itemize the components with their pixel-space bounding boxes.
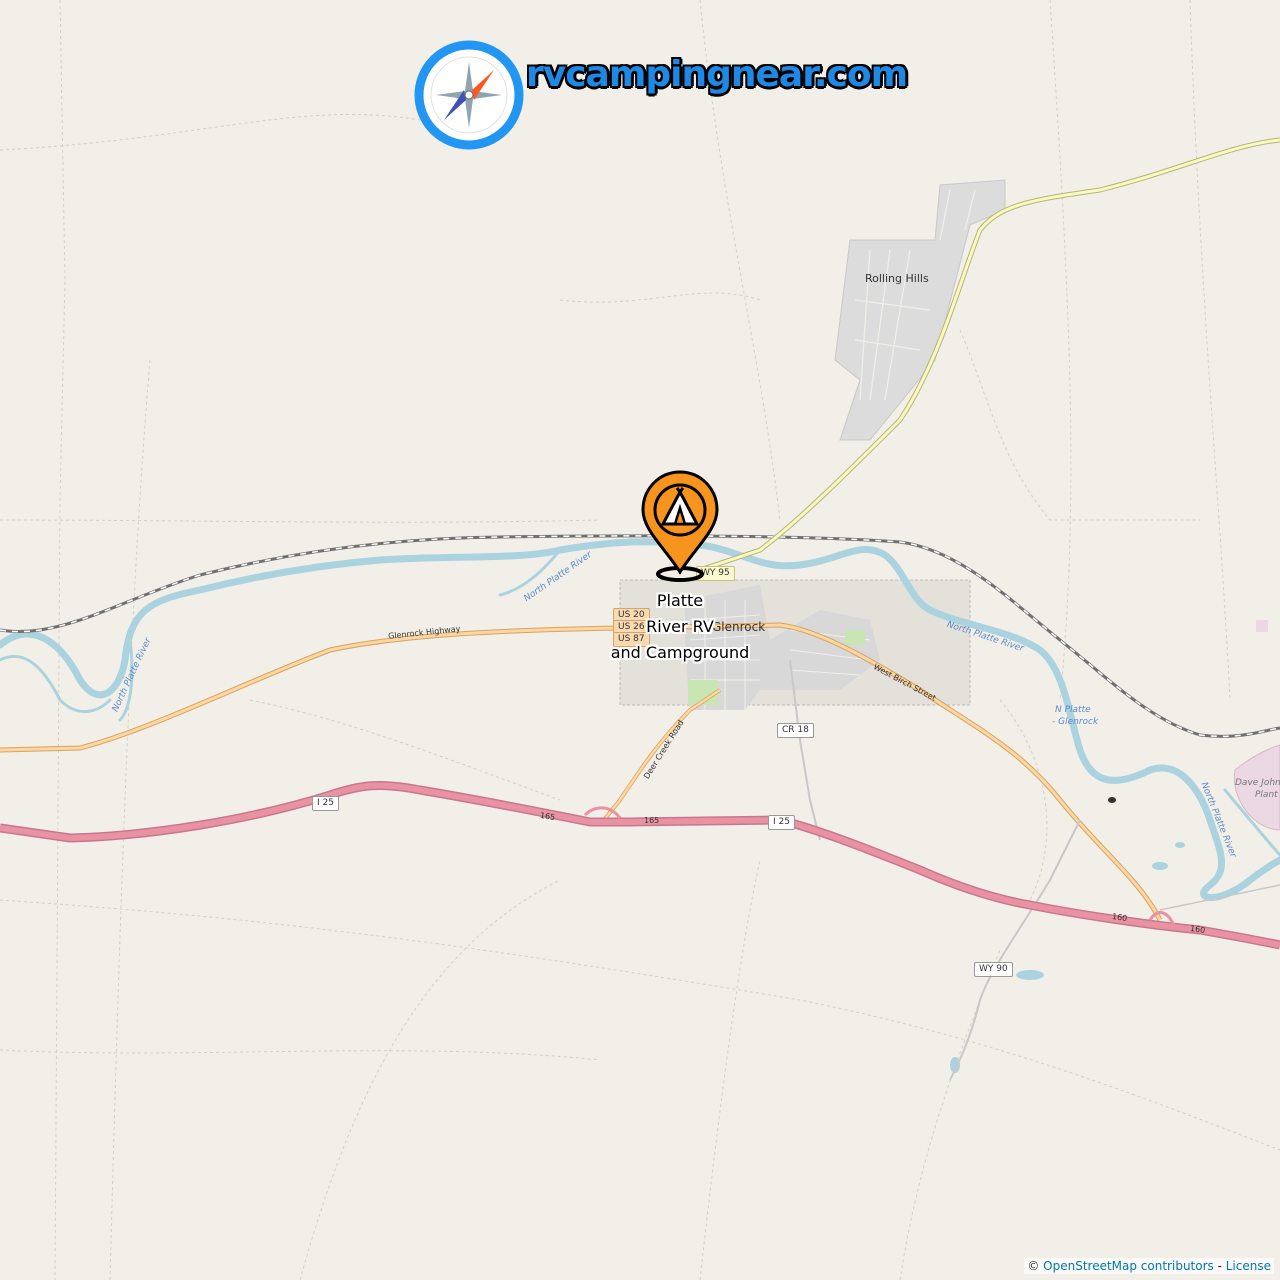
copyright-symbol: © [1027,1259,1040,1273]
shield-i25-east: I 25 [768,815,795,830]
campground-name-line-3: and Campground [610,643,750,662]
license-link[interactable]: License [1226,1259,1271,1273]
map-attribution: © OpenStreetMap contributors - License [1024,1258,1274,1274]
exit-label-160b: 160 [1189,923,1206,936]
park-area-2 [845,630,865,645]
campground-name-label[interactable]: Platte River RV and Campground [600,588,760,666]
exit-label-160a: 160 [1111,911,1128,924]
attribution-separator: - [1213,1259,1226,1273]
map-canvas[interactable]: Rolling Hills Glenrock Dave Johnston Pla… [0,0,1280,1280]
plant-area-2 [1256,620,1268,632]
campground-name-line-2: River RV [646,617,714,636]
place-label-dave-johnston: Dave Johnston [1235,778,1280,788]
brand-text: rvcampingnear.com [526,54,908,95]
river-label-n-platte-glenrock: - Glenrock [1052,717,1099,727]
brand-logo[interactable]: rvcampingnear.com [414,40,908,152]
compass-icon [414,40,524,150]
campground-marker[interactable] [635,468,725,588]
exit-label-165b: 165 [644,816,660,825]
campground-name-line-1: Platte [656,591,704,610]
osm-contributors-link[interactable]: OpenStreetMap contributors [1043,1259,1214,1273]
shield-wy90: WY 90 [974,962,1013,977]
shield-cr18: CR 18 [777,723,814,738]
place-label-rolling-hills: Rolling Hills [865,272,929,285]
river-label-n-platte: N Platte [1055,705,1091,715]
place-label-plant: Plant [1255,790,1278,800]
shield-i25-west: I 25 [312,796,339,811]
exit-label-165a: 165 [539,810,556,823]
